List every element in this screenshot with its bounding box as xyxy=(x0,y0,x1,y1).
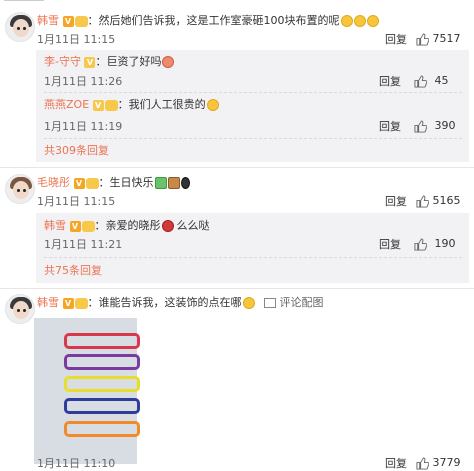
thumbs-up-icon xyxy=(414,119,427,133)
thumbs-up-icon xyxy=(414,74,427,88)
party-horn-emoji-icon xyxy=(180,177,190,189)
avatar-maoxiaotong[interactable] xyxy=(5,174,35,204)
verified-v-icon: V xyxy=(62,297,74,309)
red-band xyxy=(64,333,140,349)
thumbs-up-icon xyxy=(414,237,427,251)
reply-2-1-text2: 么么哒 xyxy=(176,219,210,232)
cropped-top-fragment xyxy=(4,0,64,1)
crown-badge-icon xyxy=(85,177,99,189)
reply-1-1-like-button[interactable]: 45 xyxy=(414,73,449,88)
reply-1-2-text: ：我们人工很贵的 xyxy=(117,98,206,111)
reply-2-1-like-count: 190 xyxy=(434,237,456,250)
comment-1-date: 1月11日 11:15 xyxy=(37,33,116,46)
reply-2-1-date: 1月11日 11:21 xyxy=(44,238,123,251)
reply-divider xyxy=(44,257,462,258)
comment-1-text: ：然后她们告诉我，这是工作室豪砸100块布置的呢 xyxy=(87,14,340,27)
comment-2-username[interactable]: 毛晓彤 xyxy=(37,176,70,189)
comment-3-pic-label: 评论配图 xyxy=(279,296,324,309)
reply-1-1-line: 李-守守 V ：巨资了好吗 xyxy=(44,54,175,69)
gift-emoji-icon xyxy=(154,177,167,189)
reply-2-1-line: 韩雪 V ：亲爱的晓彤 么么哒 xyxy=(44,218,210,233)
reply-divider xyxy=(44,92,462,93)
smirk-emoji-icon xyxy=(206,99,219,111)
comment-2-more-replies-link[interactable]: 共75条回复 xyxy=(44,263,102,278)
reply-2-1-username[interactable]: 韩雪 xyxy=(44,219,66,232)
reply-1-1-reply-button[interactable]: 回复 xyxy=(379,74,401,89)
comment-3-line: 韩雪 V ：谁能告诉我，这装饰的点在哪 评论配图 xyxy=(37,295,324,310)
reply-divider xyxy=(44,138,462,139)
reply-1-1-text: ：巨资了好吗 xyxy=(95,55,162,68)
comment-1-like-button[interactable]: 7517 xyxy=(416,31,461,46)
blue-band xyxy=(64,398,140,414)
thumbs-up-icon xyxy=(416,194,429,208)
reply-2-1-like-button[interactable]: 190 xyxy=(414,236,456,251)
yellow-band xyxy=(64,376,140,392)
reply-1-1-username[interactable]: 李-守守 xyxy=(44,55,81,68)
reply-1-2-line: 燕燕ZOE V ：我们人工很贵的 xyxy=(44,97,219,112)
comment-2-like-count: 5165 xyxy=(432,194,461,207)
avatar-hanxue[interactable] xyxy=(5,294,35,324)
orange-band xyxy=(64,421,140,437)
reply-1-2-date: 1月11日 11:19 xyxy=(44,120,123,133)
reply-1-2-reply-button[interactable]: 回复 xyxy=(379,119,401,134)
reply-1-2-username[interactable]: 燕燕ZOE xyxy=(44,98,89,111)
comment-2-line: 毛晓彤 V ：生日快乐 xyxy=(37,175,190,190)
thumbs-up-icon xyxy=(416,456,429,470)
laugh-cry-emoji-icon xyxy=(353,15,366,27)
comment-1-username[interactable]: 韩雪 xyxy=(37,14,59,27)
comment-1-more-replies-link[interactable]: 共309条回复 xyxy=(44,143,109,158)
laugh-cry-emoji-icon xyxy=(366,15,379,27)
verified-v-icon: V xyxy=(73,177,85,189)
reply-1-1-date: 1月11日 11:26 xyxy=(44,75,123,88)
crown-badge-icon xyxy=(74,297,88,309)
comment-2-reply-button[interactable]: 回复 xyxy=(385,194,407,209)
reply-1-2-like-button[interactable]: 390 xyxy=(414,118,456,133)
rose-emoji-icon xyxy=(161,220,174,232)
comment-separator xyxy=(0,288,474,289)
reply-1-2-like-count: 390 xyxy=(434,119,456,132)
image-icon xyxy=(264,298,276,308)
laugh-cry-emoji-icon xyxy=(340,15,353,27)
crown-badge-icon xyxy=(74,15,88,27)
reply-1-1-like-count: 45 xyxy=(434,74,449,87)
reply-2-1-reply-button[interactable]: 回复 xyxy=(379,237,401,252)
comment-2-text: ：生日快乐 xyxy=(98,176,154,189)
comment-3-username[interactable]: 韩雪 xyxy=(37,296,59,309)
verified-v-icon: V xyxy=(84,56,96,68)
avatar-hanxue[interactable] xyxy=(5,12,35,42)
comment-3-photo[interactable] xyxy=(34,318,140,464)
comment-3-text: ：谁能告诉我，这装饰的点在哪 xyxy=(87,296,242,309)
comment-3-like-count: 3779 xyxy=(432,456,461,469)
comment-1-reply-button[interactable]: 回复 xyxy=(385,32,407,47)
reply-2-1-text: ：亲爱的晓彤 xyxy=(94,219,161,232)
verified-v-icon: V xyxy=(62,15,74,27)
comment-2-like-button[interactable]: 5165 xyxy=(416,193,461,208)
comment-1-line: 韩雪 V ：然后她们告诉我，这是工作室豪砸100块布置的呢 xyxy=(37,13,379,28)
comment-separator xyxy=(0,167,474,168)
cake-emoji-icon xyxy=(167,177,180,189)
thumbs-up-icon xyxy=(416,32,429,46)
comment-3-like-button[interactable]: 3779 xyxy=(416,455,461,470)
comment-2-date: 1月11日 11:15 xyxy=(37,195,116,208)
crown-badge-icon xyxy=(81,220,95,232)
comment-pic-link[interactable]: 评论配图 xyxy=(264,296,324,309)
crown-badge-icon xyxy=(104,99,118,111)
laugh-cry-emoji-icon xyxy=(242,297,255,309)
comment-1-like-count: 7517 xyxy=(432,32,461,45)
verified-v-icon: V xyxy=(92,99,104,111)
verified-v-icon: V xyxy=(69,220,81,232)
purple-band xyxy=(64,354,140,370)
heart-eyes-emoji-icon xyxy=(162,56,175,68)
